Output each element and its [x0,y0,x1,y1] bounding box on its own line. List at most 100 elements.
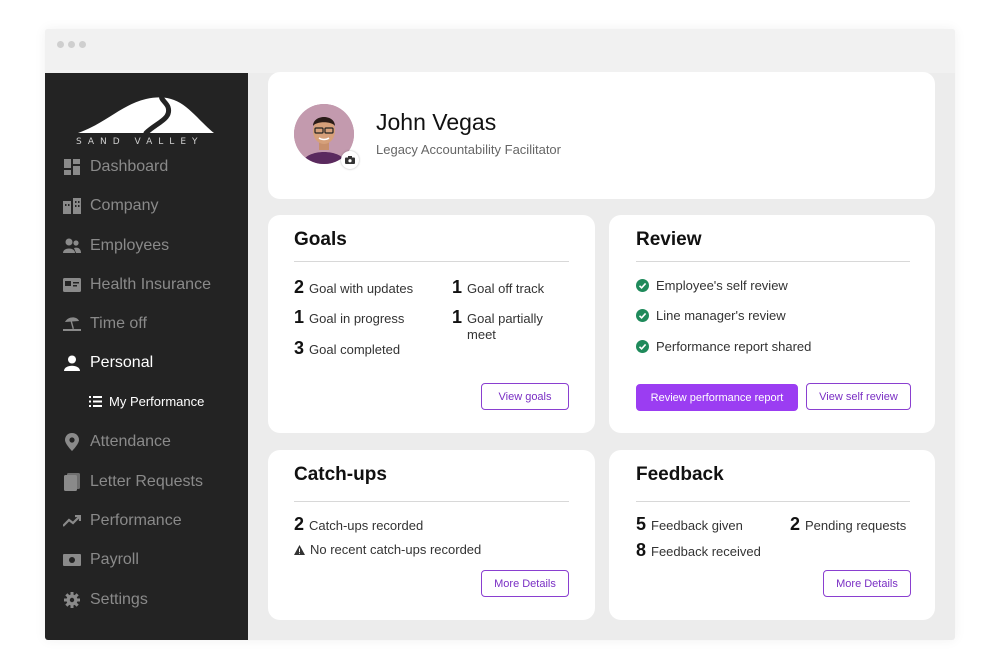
stat-number: 1 [452,307,463,327]
feedback-more-details-button[interactable]: More Details [823,570,911,597]
stat-label: Pending requests [805,518,907,533]
window-controls [57,41,86,48]
stat-number: 2 [790,514,801,534]
window-dot-minimize[interactable] [68,41,75,48]
sidebar-item-label: Settings [90,591,148,608]
view-self-review-button[interactable]: View self review [806,383,911,410]
people-icon [63,237,81,255]
catchups-more-details-button[interactable]: More Details [481,570,569,597]
sidebar-item-company[interactable]: Company [63,194,158,218]
goals-title: Goals [294,229,347,250]
goal-stat-off-track: 1 Goal off track [452,277,544,298]
stat-number: 8 [636,540,647,560]
review-item-manager-review: Line manager's review [636,308,786,323]
sidebar-item-letter-requests[interactable]: Letter Requests [63,470,203,494]
sidebar-item-label: Payroll [90,551,139,568]
sidebar-item-label: Company [90,197,159,214]
goal-stat-partially-meet: 1 Goal partially meet [452,307,562,343]
sidebar-item-dashboard[interactable]: Dashboard [63,155,168,179]
catchups-recorded-stat: 2 Catch-ups recorded [294,514,423,535]
goals-divider [294,261,569,262]
sidebar-item-label: Dashboard [90,158,169,175]
review-item-report-shared: Performance report shared [636,339,811,354]
goal-stat-in-progress: 1 Goal in progress [294,307,404,328]
camera-icon [345,156,355,164]
card-icon [63,276,81,294]
check-circle-icon [636,279,649,292]
stat-label: Feedback received [651,544,761,559]
logo-text: SAND VALLEY [76,137,204,147]
review-item-label: Line manager's review [656,308,786,323]
window-dot-maximize[interactable] [79,41,86,48]
warning-text: No recent catch-ups recorded [310,542,482,557]
goals-card: Goals 2 Goal with updates 1 Goal in prog… [268,215,595,433]
stat-number: 2 [294,277,305,297]
sidebar-item-label: Attendance [90,433,171,450]
feedback-given-stat: 5 Feedback given [636,514,743,535]
app-window: SAND VALLEY Dashboard Company Employees [45,29,955,640]
review-item-label: Employee's self review [656,278,788,293]
sidebar-item-label: Time off [90,315,147,332]
sidebar-item-label: Performance [90,512,182,529]
stat-number: 2 [294,514,305,534]
stat-label: Feedback given [651,518,743,533]
review-item-self-review: Employee's self review [636,278,788,293]
profile-card: John Vegas Legacy Accountability Facilit… [268,72,935,199]
trend-icon [63,512,81,530]
catchups-card: Catch-ups 2 Catch-ups recorded No recent… [268,450,595,620]
goal-stat-with-updates: 2 Goal with updates [294,277,413,298]
review-performance-report-button[interactable]: Review performance report [636,384,798,411]
view-goals-button[interactable]: View goals [481,383,569,410]
feedback-divider [636,501,910,502]
check-circle-icon [636,309,649,322]
sidebar-item-time-off[interactable]: Time off [63,312,147,336]
sidebar-item-label: Health Insurance [90,276,211,293]
check-circle-icon [636,340,649,353]
feedback-card: Feedback 5 Feedback given 8 Feedback rec… [609,450,935,620]
stat-number: 3 [294,338,305,358]
profile-name: John Vegas [376,109,497,135]
stat-label: Goal in progress [309,311,405,326]
sidebar-item-employees[interactable]: Employees [63,234,169,258]
window-titlebar [45,29,955,73]
warning-icon [294,544,305,555]
stat-label: Catch-ups recorded [309,518,424,533]
gear-icon [63,591,81,609]
sidebar-subitem-my-performance[interactable]: My Performance [89,391,204,411]
sidebar-item-label: Personal [90,354,154,371]
feedback-pending-stat: 2 Pending requests [790,514,906,535]
sidebar-item-label: Employees [90,237,170,254]
stat-label: Goal partially meet [467,311,543,342]
change-photo-button[interactable] [341,151,359,169]
review-title: Review [636,229,702,250]
user-icon [63,354,81,372]
sidebar-item-health-insurance[interactable]: Health Insurance [63,273,211,297]
catchups-title: Catch-ups [294,464,387,485]
sidebar-item-payroll[interactable]: Payroll [63,548,139,572]
goal-stat-completed: 3 Goal completed [294,338,400,359]
profile-job-title: Legacy Accountability Facilitator [376,142,561,157]
review-item-label: Performance report shared [656,339,812,354]
stat-number: 1 [294,307,305,327]
stat-label: Goal off track [467,281,545,296]
sidebar-item-settings[interactable]: Settings [63,588,148,612]
catchups-divider [294,501,569,502]
document-icon [63,473,81,491]
list-icon [89,394,103,408]
sidebar-item-performance[interactable]: Performance [63,509,182,533]
sidebar-item-personal[interactable]: Personal [63,351,153,375]
review-card: Review Employee's self review Line manag… [609,215,935,433]
sidebar: SAND VALLEY Dashboard Company Employees [45,73,248,640]
feedback-received-stat: 8 Feedback received [636,540,761,561]
feedback-title: Feedback [636,464,724,485]
sidebar-item-attendance[interactable]: Attendance [63,430,171,454]
stat-label: Goal with updates [309,281,414,296]
stat-number: 1 [452,277,463,297]
review-divider [636,261,910,262]
sidebar-subitem-label: My Performance [109,393,205,409]
beach-icon [63,315,81,333]
buildings-icon [63,197,81,215]
catchups-warning: No recent catch-ups recorded [294,542,481,557]
dashboard-icon [63,158,81,176]
window-dot-close[interactable] [57,41,64,48]
